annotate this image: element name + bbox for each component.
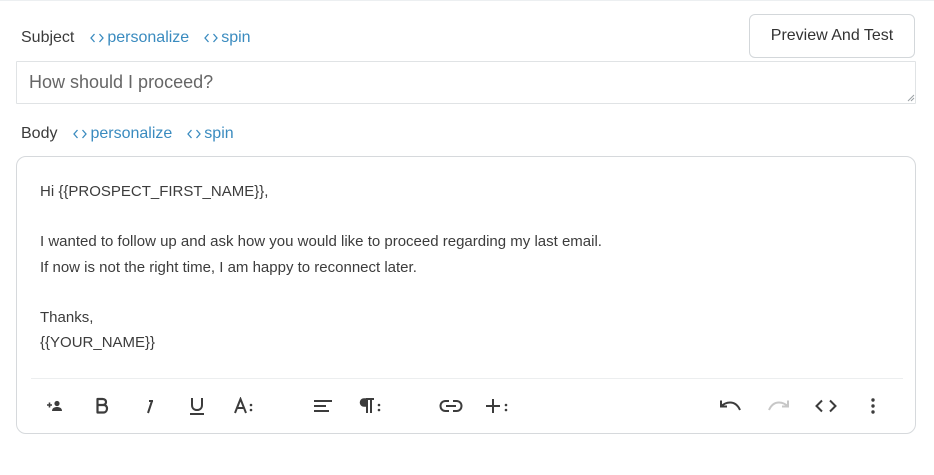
body-line: Hi {{PROSPECT_FIRST_NAME}}, <box>40 183 269 200</box>
body-line <box>40 204 895 229</box>
subject-label: Subject <box>21 29 75 46</box>
subject-personalize-link[interactable]: personalize <box>90 29 189 47</box>
undo-button[interactable] <box>717 393 743 419</box>
top-divider <box>0 0 934 1</box>
redo-icon <box>768 400 789 411</box>
body-label: Body <box>21 125 58 142</box>
more-vertical-icon <box>871 398 875 414</box>
code-brackets-icon <box>90 33 105 43</box>
body-editor[interactable]: Hi {{PROSPECT_FIRST_NAME}}, I wanted to … <box>16 156 916 434</box>
more-button[interactable] <box>860 393 886 419</box>
font-size-button[interactable] <box>231 393 257 419</box>
underline-icon <box>190 398 204 415</box>
body-spin-link[interactable]: spin <box>187 125 234 143</box>
plus-icon <box>486 399 508 413</box>
body-personalize-link[interactable]: personalize <box>73 125 172 143</box>
subject-input[interactable] <box>16 61 916 104</box>
underline-button[interactable] <box>184 393 210 419</box>
undo-icon <box>720 400 741 411</box>
code-brackets-icon <box>187 129 202 139</box>
subject-spin-link[interactable]: spin <box>204 29 251 47</box>
body-content[interactable]: Hi {{PROSPECT_FIRST_NAME}}, I wanted to … <box>40 179 895 355</box>
body-line: Thanks, <box>40 308 94 326</box>
body-line: {{YOUR_NAME}} <box>40 334 156 352</box>
paragraph-button[interactable] <box>358 393 384 419</box>
insert-button[interactable] <box>485 393 511 419</box>
code-brackets-icon <box>204 33 219 43</box>
resize-grip-icon[interactable] <box>907 94 915 102</box>
body-spin-label: spin <box>204 125 234 142</box>
italic-button[interactable] <box>137 393 163 419</box>
link-button[interactable] <box>438 393 464 419</box>
link-icon <box>439 400 463 412</box>
body-personalize-label: personalize <box>90 125 173 142</box>
code-brackets-icon <box>73 129 88 139</box>
subject-label-row: Subject personalize spin <box>21 27 266 49</box>
body-label-row: Body personalize spin <box>21 123 249 145</box>
body-line: If now is not the right time, I am happy… <box>40 258 417 276</box>
code-view-button[interactable] <box>813 393 839 419</box>
preview-and-test-button[interactable]: Preview And Test <box>749 14 915 58</box>
bold-icon <box>96 397 109 414</box>
bold-button[interactable] <box>89 393 115 419</box>
subject-spin-label: spin <box>221 29 251 46</box>
insert-variable-button[interactable] <box>42 393 68 419</box>
subject-personalize-label: personalize <box>107 29 190 46</box>
code-icon <box>815 399 837 413</box>
align-left-icon <box>314 400 332 412</box>
redo-button[interactable] <box>766 393 792 419</box>
body-line: I wanted to follow up and ask how you wo… <box>40 233 602 251</box>
editor-toolbar <box>17 379 915 435</box>
align-button[interactable] <box>310 393 336 419</box>
body-line <box>40 280 895 305</box>
font-size-icon <box>234 397 253 414</box>
paragraph-icon <box>359 398 381 413</box>
person-add-icon <box>47 400 62 411</box>
italic-icon <box>147 400 154 414</box>
